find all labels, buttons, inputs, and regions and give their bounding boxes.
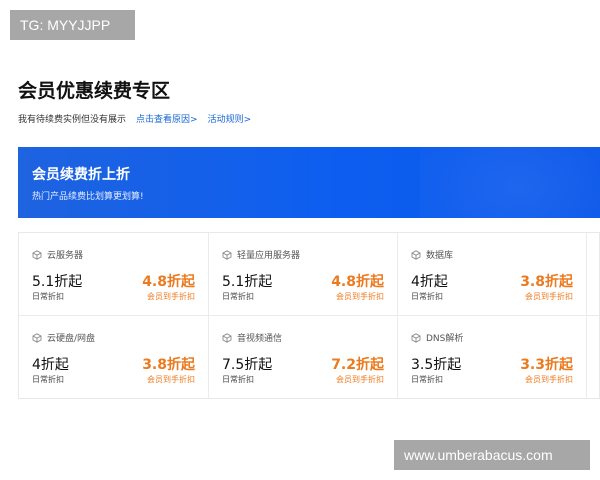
member-discount-value: 4.8折起: [142, 274, 195, 290]
product-name: DNS解析: [426, 334, 464, 344]
banner-title: 会员续费折上折: [32, 167, 130, 183]
cube-icon: [32, 249, 42, 260]
product-card-partial: [587, 233, 600, 316]
member-discount-value: 3.8折起: [142, 357, 195, 373]
member-discount-label: 会员到手折扣: [525, 375, 573, 384]
activity-rules-link[interactable]: 活动规则>: [208, 112, 252, 125]
member-discount-label: 会员到手折扣: [525, 292, 573, 301]
banner-subtitle: 热门产品续费比划算更划算!: [32, 192, 144, 202]
product-card-dns[interactable]: DNS解析 3.5折起 日常折扣 3.3折起 会员到手折扣: [398, 316, 587, 399]
cube-icon: [222, 332, 232, 343]
member-discount-value: 4.8折起: [331, 274, 384, 290]
notice-bar: 我有待续费实例但没有展示 点击查看原因> 活动规则>: [18, 112, 251, 125]
daily-discount-label: 日常折扣: [222, 292, 254, 301]
view-reason-link[interactable]: 点击查看原因>: [136, 112, 198, 125]
member-discount-value: 3.3折起: [520, 357, 573, 373]
product-name: 数据库: [426, 251, 454, 261]
daily-discount-label: 日常折扣: [32, 292, 64, 301]
daily-discount-value: 4折起: [411, 274, 448, 290]
page-title: 会员优惠续费专区: [18, 80, 171, 102]
cube-icon: [32, 332, 42, 343]
notice-text: 我有待续费实例但没有展示: [18, 115, 127, 125]
member-discount-label: 会员到手折扣: [147, 375, 195, 384]
daily-discount-value: 5.1折起: [32, 274, 83, 290]
product-card-cloud-server[interactable]: 云服务器 5.1折起 日常折扣 4.8折起 会员到手折扣: [19, 233, 209, 316]
product-name: 轻量应用服务器: [237, 251, 301, 261]
member-discount-label: 会员到手折扣: [336, 375, 384, 384]
product-name: 云服务器: [47, 251, 84, 261]
daily-discount-label: 日常折扣: [411, 375, 443, 384]
daily-discount-label: 日常折扣: [32, 375, 64, 384]
daily-discount-value: 7.5折起: [222, 357, 273, 373]
member-discount-label: 会员到手折扣: [336, 292, 384, 301]
product-card-database[interactable]: 数据库 4折起 日常折扣 3.8折起 会员到手折扣: [398, 233, 587, 316]
product-grid: 云服务器 5.1折起 日常折扣 4.8折起 会员到手折扣 轻量应用服务器 5.1…: [18, 232, 600, 399]
member-discount-value: 3.8折起: [520, 274, 573, 290]
cube-icon: [411, 249, 421, 260]
product-card-av-communication[interactable]: 音视频通信 7.5折起 日常折扣 7.2折起 会员到手折扣: [209, 316, 398, 399]
product-card-lightweight-server[interactable]: 轻量应用服务器 5.1折起 日常折扣 4.8折起 会员到手折扣: [209, 233, 398, 316]
product-name: 音视频通信: [237, 334, 283, 344]
promo-banner: 会员续费折上折 热门产品续费比划算更划算!: [18, 147, 600, 218]
watermark-url: www.umberabacus.com: [394, 440, 590, 470]
product-card-cloud-disk[interactable]: 云硬盘/网盘 4折起 日常折扣 3.8折起 会员到手折扣: [19, 316, 209, 399]
daily-discount-label: 日常折扣: [222, 375, 254, 384]
cube-icon: [222, 249, 232, 260]
cube-icon: [411, 332, 421, 343]
daily-discount-value: 3.5折起: [411, 357, 462, 373]
daily-discount-value: 4折起: [32, 357, 69, 373]
member-discount-label: 会员到手折扣: [147, 292, 195, 301]
product-card-partial: [587, 316, 600, 399]
daily-discount-label: 日常折扣: [411, 292, 443, 301]
daily-discount-value: 5.1折起: [222, 274, 273, 290]
member-discount-value: 7.2折起: [331, 357, 384, 373]
product-name: 云硬盘/网盘: [47, 334, 96, 344]
watermark-tag: TG: MYYJJPP: [10, 10, 135, 40]
